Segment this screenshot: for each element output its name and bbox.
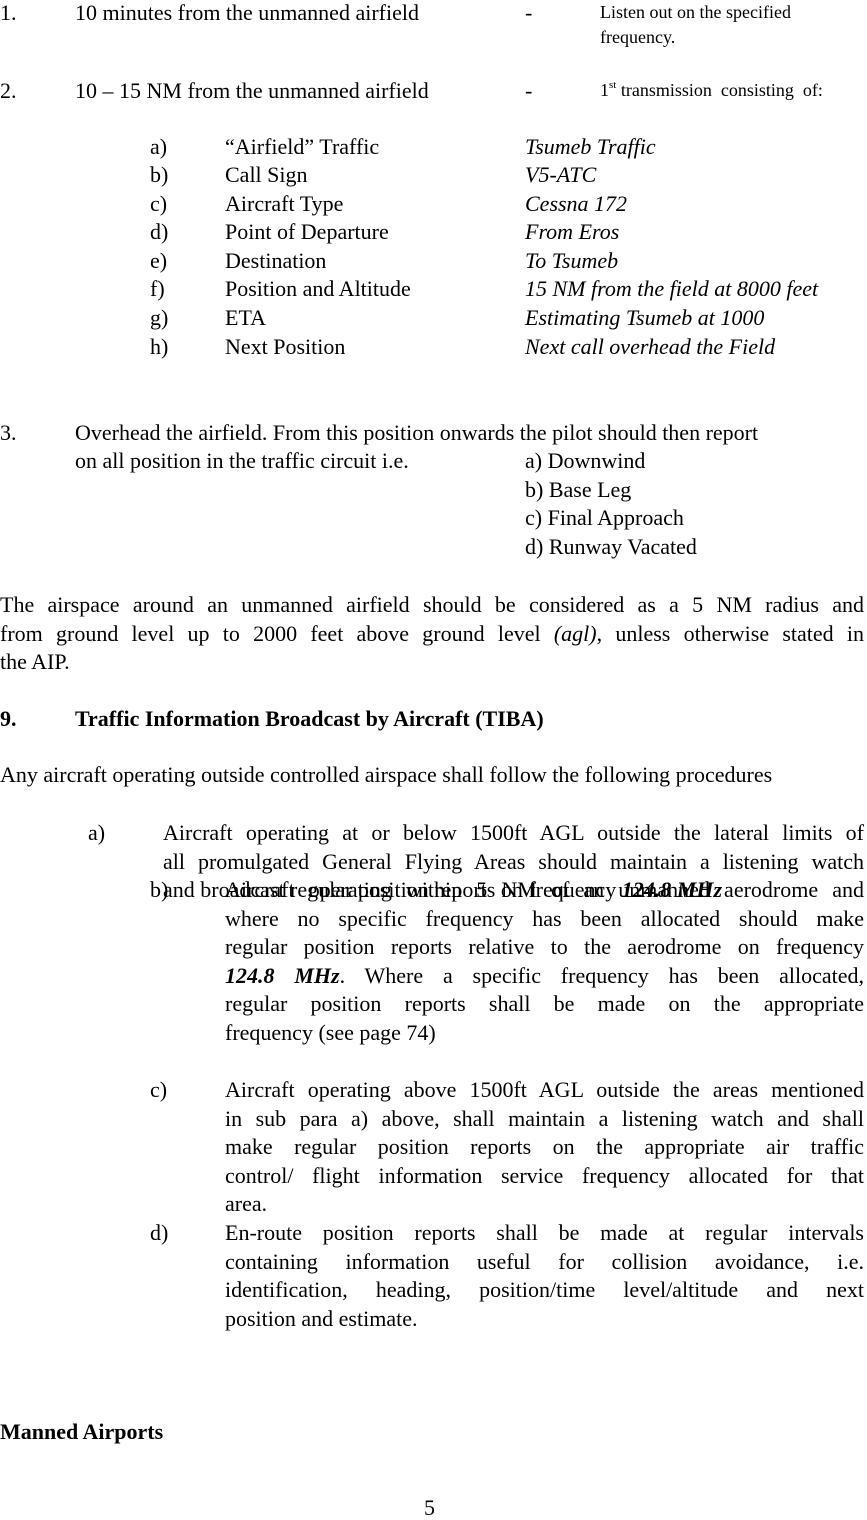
procedure-line: position and estimate. [225,1305,418,1331]
row-example: V5-ATC [525,162,597,187]
section-9-title: Traffic Information Broadcast by Aircraf… [75,706,544,731]
row-field: Call Sign [225,162,308,187]
row-letter: g) [150,305,169,330]
row-example: To Tsumeb [525,248,619,273]
procedure-line: area. [225,1191,268,1217]
row-letter: h) [150,334,169,359]
procedure-a-letter: a) [88,820,106,845]
airspace-paragraph: The airspace around an unmanned airfield… [0,591,864,677]
row-letter: c) [150,191,168,216]
row-example: Next call overhead the Field [525,334,776,359]
row-letter: a) [150,134,168,159]
row-field: Position and Altitude [225,276,411,301]
item-1-label: 10 minutes from the unmanned airfield [75,0,419,25]
item-1-dash: - [525,0,533,25]
procedure-b-text: Aircraft operating within 5 NM of an unm… [225,876,864,1048]
procedure-d-letter: d) [150,1220,169,1245]
paragraph-line: The airspace around an unmanned airfield… [0,592,864,617]
item-2-label: 10 – 15 NM from the unmanned airfield [75,78,429,103]
item-2-dash: - [525,78,533,103]
ordinal-number: 1 [600,80,609,100]
procedure-line: containing information useful for collis… [225,1248,864,1274]
item-2-action: 1st transmission consisting of: [600,80,863,101]
page-number: 5 [424,1495,435,1520]
procedure-b-letter: b) [150,877,169,902]
procedure-line: 124.8 MHz. Where a specific frequency ha… [225,962,864,991]
procedure-line: control/ flight information service freq… [225,1162,864,1188]
procedure-line: regular position reports shall be made o… [225,991,864,1017]
item-1-number: 1. [0,0,17,25]
item-2-number: 2. [0,78,17,103]
row-field: Point of Departure [225,219,389,244]
row-example: Cessna 172 [525,191,628,216]
procedure-line: in sub para a) above, shall maintain a l… [225,1105,864,1131]
row-letter: d) [150,219,169,244]
item-3-line-1: Overhead the airfield. From this positio… [75,420,759,445]
item-1-action-line-2: frequency. [600,27,676,47]
text: , unless otherwise stated in [596,620,864,646]
procedure-line: where no specific frequency has been all… [225,905,864,931]
procedure-c-text: Aircraft operating above 1500ft AGL outs… [225,1076,864,1219]
row-letter: e) [150,248,168,273]
row-example: 15 NM from the field at 8000 feet [525,276,819,301]
agl-abbrev: (agl) [553,620,597,646]
row-example: From Eros [525,219,620,244]
action-text: transmission consisting of: [616,80,823,100]
procedure-line: En-route position reports shall be made … [225,1220,864,1245]
procedure-line: Aircraft operating above 1500ft AGL outs… [225,1077,864,1102]
procedure-line: Aircraft operating at or below 1500ft AG… [163,820,864,845]
row-example: Tsumeb Traffic [525,134,656,159]
section-9-intro: Any aircraft operating outside controlle… [0,762,773,787]
paragraph-line: the AIP. [0,649,70,675]
procedure-c-letter: c) [150,1077,168,1102]
section-9-number: 9. [0,706,17,731]
procedure-line: make regular position reports on the app… [225,1134,864,1160]
circuit-position: c) Final Approach [525,505,684,530]
row-field: Next Position [225,334,346,359]
item-3-line-2: on all position in the traffic circuit i… [75,448,409,473]
item-3-number: 3. [0,420,17,445]
frequency-value: 124.8 MHz [225,962,340,988]
circuit-position: b) Base Leg [525,477,632,502]
procedure-d-text: En-route position reports shall be made … [225,1219,864,1333]
procedure-line: all promulgated General Flying Areas sho… [163,848,864,874]
row-field: ETA [225,305,267,330]
circuit-position: d) Runway Vacated [525,534,697,559]
procedure-line: frequency (see page 74) [225,1019,436,1045]
row-field: Destination [225,248,327,273]
row-letter: b) [150,162,169,187]
row-field: “Airfield” Traffic [225,134,380,159]
circuit-position: a) Downwind [525,448,646,473]
procedure-line: identification, heading, position/time l… [225,1277,864,1303]
procedure-line: Aircraft operating within 5 NM of an unm… [225,877,864,902]
procedure-line: regular position reports relative to the… [225,934,864,960]
row-field: Aircraft Type [225,191,344,216]
manned-airports-heading: Manned Airports [0,1419,164,1444]
paragraph-line: from ground level up to 2000 feet above … [0,620,864,649]
row-example: Estimating Tsumeb at 1000 [525,305,765,330]
text: from ground level up to 2000 feet above … [0,620,554,646]
item-1-action-line-1: Listen out on the specified [600,2,791,22]
row-letter: f) [150,276,165,301]
text: . Where a specific frequency has been al… [339,962,864,988]
